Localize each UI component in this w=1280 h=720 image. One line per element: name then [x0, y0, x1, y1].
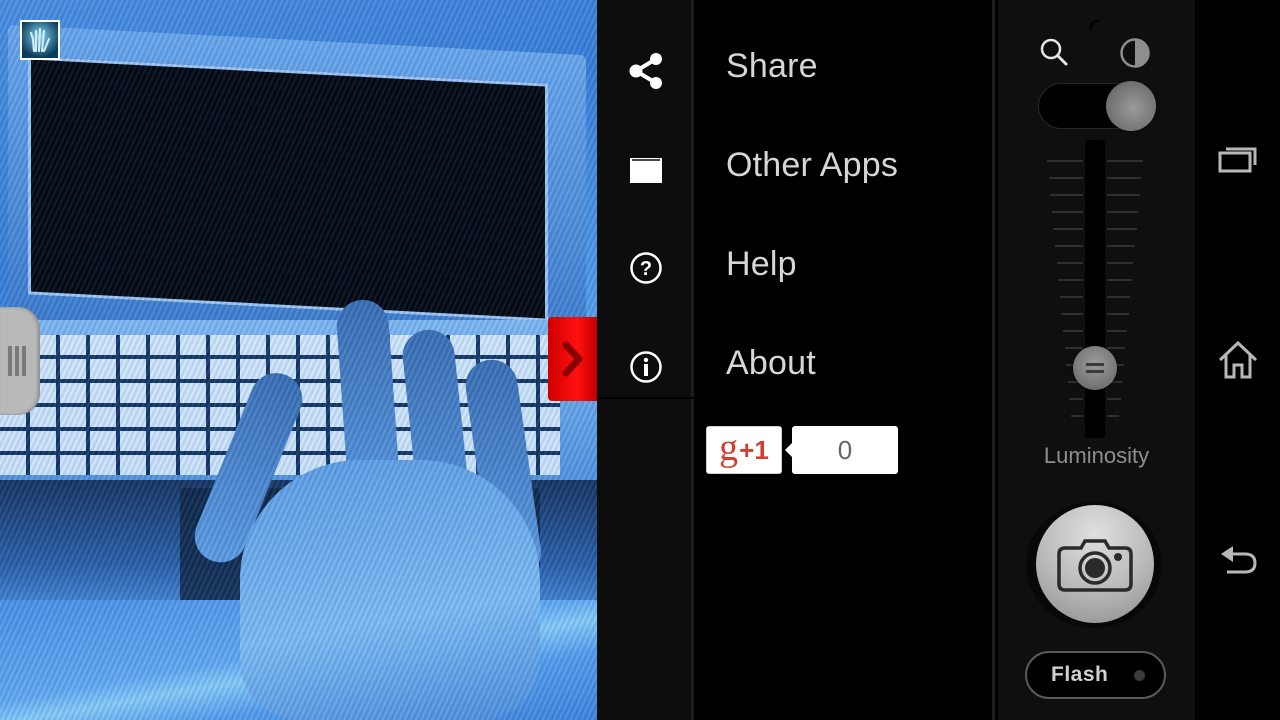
menu-item-label: About	[726, 344, 816, 382]
info-circle-icon	[629, 350, 662, 383]
right-drawer-handle[interactable]	[548, 317, 597, 401]
thumb-grip	[1086, 370, 1104, 374]
slider-tick	[1050, 194, 1083, 196]
drawer-grip-icon	[15, 346, 19, 376]
slider-tick	[1107, 228, 1137, 230]
slider-tick	[1107, 194, 1140, 196]
plus-one-label: +1	[739, 434, 769, 465]
slider-tick	[1107, 211, 1139, 213]
slider-tick	[1107, 279, 1132, 281]
google-plus-one-button[interactable]: g +1	[706, 426, 782, 474]
shutter-button[interactable]	[1036, 505, 1154, 623]
menu-item-label: Share	[726, 47, 818, 85]
slider-tick	[1107, 347, 1126, 349]
loading-arc-icon	[1089, 19, 1100, 31]
rail-item-about[interactable]	[597, 317, 694, 416]
rail-divider	[597, 397, 697, 399]
slider-tick	[1107, 296, 1131, 298]
svg-text:?: ?	[639, 258, 651, 280]
help-circle-icon: ?	[629, 251, 662, 284]
slider-tick	[1107, 177, 1142, 179]
left-drawer-handle[interactable]	[0, 307, 40, 415]
slider-tick	[1063, 330, 1083, 332]
back-button[interactable]	[1195, 520, 1280, 600]
google-g-icon: g	[719, 427, 739, 469]
mode-toggle-knob[interactable]	[1106, 81, 1156, 131]
camera-icon	[1057, 539, 1133, 592]
plus-one-count-value: 0	[837, 434, 853, 465]
slider-tick	[1053, 228, 1083, 230]
app-logo[interactable]	[20, 20, 60, 60]
slider-tick	[1107, 160, 1143, 162]
recent-apps-icon	[1218, 147, 1256, 173]
slider-tick	[1107, 415, 1119, 417]
flash-indicator	[1134, 670, 1145, 681]
slider-tick	[1107, 330, 1127, 332]
slider-tick	[1059, 296, 1083, 298]
slider-tick	[1061, 313, 1083, 315]
camera-controls: Luminosity Flash	[998, 0, 1195, 720]
home-button[interactable]	[1195, 320, 1280, 400]
menu-item-label: Other Apps	[726, 146, 899, 184]
slider-tick	[1107, 262, 1134, 264]
thumb-grip	[1086, 363, 1104, 367]
zoom-mode-button[interactable]	[1038, 36, 1072, 70]
slider-tick	[1051, 211, 1083, 213]
luminosity-slider-thumb[interactable]	[1073, 346, 1117, 391]
side-menu: Share Other Apps Help About g +1 0	[697, 0, 995, 720]
menu-item-about[interactable]: About	[697, 314, 995, 413]
contrast-mode-button[interactable]	[1118, 36, 1152, 70]
slider-tick	[1056, 262, 1083, 264]
folder-icon	[629, 154, 662, 183]
rail-item-share[interactable]	[597, 21, 694, 120]
drawer-grip-icon	[8, 346, 12, 376]
flash-toggle[interactable]: Flash	[1025, 651, 1166, 699]
menu-item-label: Help	[726, 245, 797, 283]
home-icon	[1218, 340, 1257, 379]
luminosity-slider[interactable]	[1085, 140, 1105, 438]
slider-tick	[1058, 279, 1083, 281]
menu-item-help[interactable]: Help	[697, 215, 995, 314]
hand-logo-icon	[29, 27, 51, 53]
slider-tick	[1071, 415, 1083, 417]
camera-preview[interactable]	[0, 0, 597, 720]
share-icon	[629, 52, 662, 89]
slider-tick	[1047, 160, 1083, 162]
chevron-right-icon	[562, 341, 582, 377]
rail-item-help[interactable]: ?	[597, 218, 694, 317]
back-icon	[1220, 546, 1257, 574]
filter-texture	[0, 0, 597, 720]
slider-tick	[1055, 245, 1083, 247]
drawer-grip-icon	[22, 346, 26, 376]
google-plus-one-widget: g +1 0	[706, 426, 898, 474]
system-nav-bar	[1195, 0, 1280, 720]
contrast-icon	[1120, 38, 1150, 68]
slider-tick	[1064, 347, 1083, 349]
menu-icon-rail: ?	[597, 0, 697, 720]
recent-apps-button[interactable]	[1195, 120, 1280, 200]
luminosity-label: Luminosity	[1043, 443, 1150, 468]
rail-item-other-apps[interactable]	[597, 119, 694, 218]
slider-tick	[1107, 398, 1121, 400]
plus-one-count: 0	[785, 426, 898, 474]
slider-tick	[1048, 177, 1083, 179]
slider-tick	[1107, 245, 1135, 247]
magnifier-icon	[1040, 38, 1068, 66]
slider-tick	[1107, 313, 1129, 315]
slider-tick	[1069, 398, 1083, 400]
menu-item-share[interactable]: Share	[697, 17, 995, 116]
menu-item-other-apps[interactable]: Other Apps	[697, 116, 995, 215]
flash-label: Flash	[1051, 663, 1109, 686]
